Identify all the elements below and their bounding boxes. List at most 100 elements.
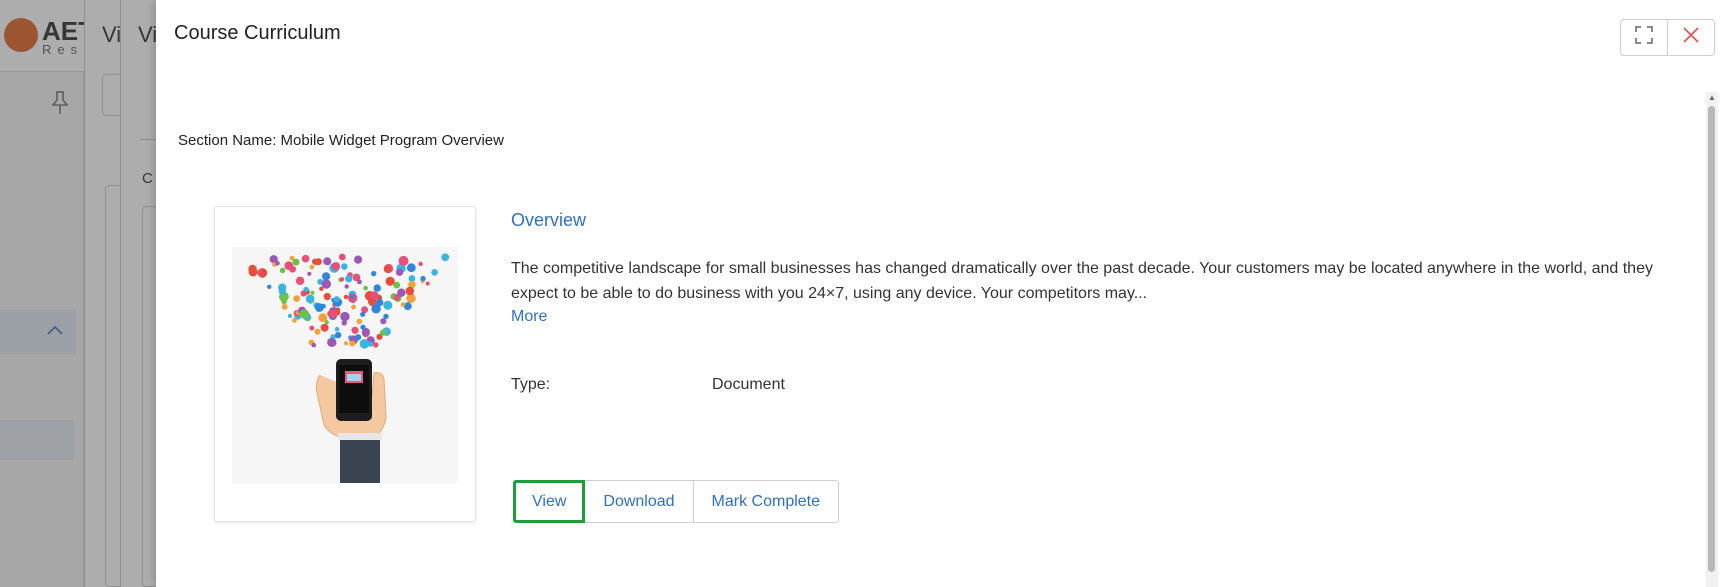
- app-icon-dot: [267, 284, 272, 289]
- app-icon-dot: [310, 290, 315, 295]
- app-icon-dot: [380, 318, 387, 325]
- app-icon-dot: [383, 265, 392, 273]
- app-icon-dot: [275, 261, 280, 266]
- close-x-icon: [1682, 26, 1700, 49]
- app-icon-dot: [278, 283, 287, 292]
- course-curriculum-drawer: Course Curriculum Section Name: Mobile W…: [156, 0, 1730, 587]
- type-label: Type:: [511, 376, 551, 393]
- app-icon-dot: [393, 281, 401, 289]
- app-icon-dot: [406, 263, 416, 273]
- app-icon-dot: [383, 300, 393, 310]
- app-icon-dot: [359, 339, 370, 349]
- app-icon-dot: [397, 288, 406, 297]
- app-icon-dot: [373, 284, 381, 292]
- app-icon-dot: [314, 328, 321, 335]
- app-icon-dot: [354, 255, 363, 264]
- app-icon-dot: [395, 268, 404, 276]
- app-icon-dot: [301, 254, 310, 263]
- app-icon-dot: [363, 285, 368, 291]
- app-icon-dot: [338, 253, 346, 261]
- more-link[interactable]: More: [511, 308, 547, 326]
- app-icon-dot: [370, 291, 379, 300]
- app-icon-dot: [398, 255, 409, 266]
- download-button[interactable]: Download: [584, 480, 694, 523]
- app-icon-dot: [344, 284, 349, 289]
- section-name-label: Section Name: Mobile Widget Program Over…: [178, 132, 504, 149]
- app-icon-dot: [351, 326, 359, 334]
- item-thumbnail-card[interactable]: [214, 206, 476, 522]
- app-icon-dot: [349, 340, 356, 347]
- app-icon-dot: [343, 341, 349, 346]
- app-icon-dot: [311, 342, 317, 348]
- app-icon-dot: [372, 342, 379, 348]
- app-icon-dot: [321, 279, 331, 289]
- app-icon-dot: [248, 264, 257, 274]
- app-icon-dot: [314, 303, 324, 312]
- app-icon-dot: [287, 313, 292, 318]
- close-button[interactable]: [1667, 19, 1715, 56]
- drawer-title: Course Curriculum: [174, 22, 341, 44]
- expand-button[interactable]: [1620, 19, 1668, 56]
- app-icon-dot: [309, 325, 315, 331]
- app-icon-dot: [295, 276, 305, 285]
- type-value: Document: [712, 376, 785, 393]
- app-icon-dot: [343, 294, 349, 300]
- app-icon-dot: [303, 286, 309, 293]
- app-icon-dot: [361, 328, 370, 337]
- app-icon-dot: [334, 331, 342, 339]
- app-icon-dot: [352, 273, 361, 282]
- app-icon-dot: [299, 309, 309, 319]
- app-icon-dot: [307, 271, 312, 276]
- scrollbar-thumb[interactable]: [1708, 106, 1715, 572]
- app-icon-dot: [341, 263, 348, 270]
- mark-complete-button[interactable]: Mark Complete: [692, 480, 840, 523]
- app-icon-dot: [379, 329, 387, 336]
- app-icon-dot: [322, 272, 331, 281]
- app-icon-dot: [403, 302, 412, 310]
- app-icon-dot: [431, 269, 438, 276]
- app-icon-dot: [320, 323, 329, 332]
- app-icon-dot: [292, 258, 300, 266]
- app-icon-dot: [350, 294, 355, 299]
- fullscreen-expand-icon: [1635, 26, 1653, 49]
- app-icon-dot: [292, 318, 297, 323]
- app-icon-dot: [312, 258, 318, 265]
- app-icon-dot: [441, 253, 450, 262]
- item-description: The competitive landscape for small busi…: [511, 260, 1653, 302]
- app-icon-dot: [355, 334, 362, 341]
- app-icon-dot: [371, 270, 377, 277]
- app-icon-dot: [345, 275, 353, 283]
- view-button[interactable]: View: [513, 480, 586, 523]
- app-icon-dot: [318, 313, 328, 323]
- app-icon-dot: [341, 320, 347, 326]
- app-icon-dot: [420, 275, 426, 282]
- app-icon-dot: [279, 267, 286, 274]
- app-icon-dot: [257, 270, 262, 275]
- app-icon-dot: [309, 264, 315, 270]
- app-icon-dot: [371, 304, 381, 314]
- scroll-up-arrow-icon[interactable]: ▲: [1707, 92, 1717, 104]
- app-icon-dot: [418, 261, 423, 267]
- app-icon-dot: [425, 281, 430, 286]
- app-icon-dot: [400, 302, 406, 307]
- app-icon-dot: [334, 326, 340, 332]
- app-icon-dot: [405, 286, 415, 296]
- app-icon-dot: [284, 261, 294, 271]
- app-icon-dot: [323, 293, 331, 301]
- app-icon-dot: [305, 294, 315, 304]
- app-icon-dot: [328, 309, 338, 319]
- app-icon-dot: [323, 257, 332, 266]
- app-icon-dot: [293, 295, 301, 302]
- drawer-scrollbar[interactable]: ▲: [1706, 92, 1718, 587]
- app-icon-dot: [339, 277, 345, 282]
- app-icon-dot: [281, 303, 288, 310]
- app-icon-dot: [340, 311, 350, 322]
- app-icon-dot: [367, 341, 374, 347]
- app-icon-dot: [360, 311, 366, 317]
- item-title-link[interactable]: Overview: [511, 210, 586, 231]
- app-icon-dot: [333, 296, 340, 303]
- mobile-widget-illustration: [232, 247, 458, 483]
- item-action-buttons: View Download Mark Complete: [513, 480, 840, 523]
- app-icon-dot: [331, 262, 341, 271]
- app-icon-dot: [356, 318, 363, 325]
